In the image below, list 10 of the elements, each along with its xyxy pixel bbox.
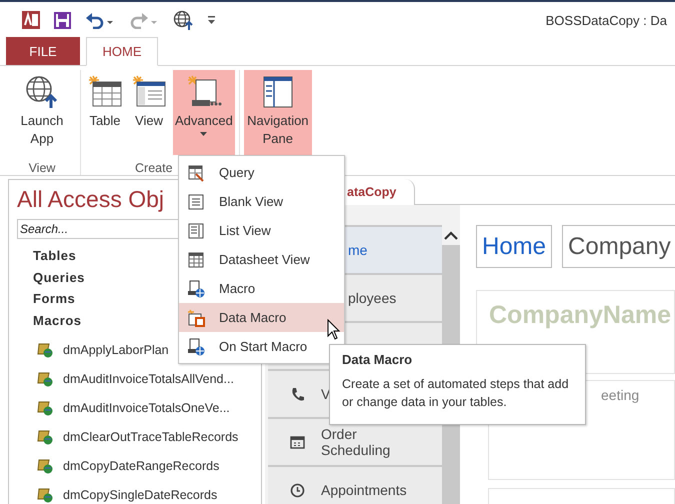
company-name-label: CompanyName bbox=[489, 301, 672, 330]
tooltip-text: Create a set of automated steps that add or change data in your tables. bbox=[342, 376, 570, 411]
window-title: BOSSDataCopy : Da bbox=[546, 12, 667, 28]
group-label: Create bbox=[135, 160, 173, 175]
meeting-label: eeting bbox=[601, 387, 640, 403]
form-title: Company bbox=[562, 225, 675, 268]
document-tab-label: ataCopy bbox=[347, 185, 396, 199]
tooltip-title: Data Macro bbox=[342, 352, 412, 367]
pane-title: All Access Obj bbox=[17, 185, 164, 214]
group-label: View bbox=[28, 160, 56, 175]
